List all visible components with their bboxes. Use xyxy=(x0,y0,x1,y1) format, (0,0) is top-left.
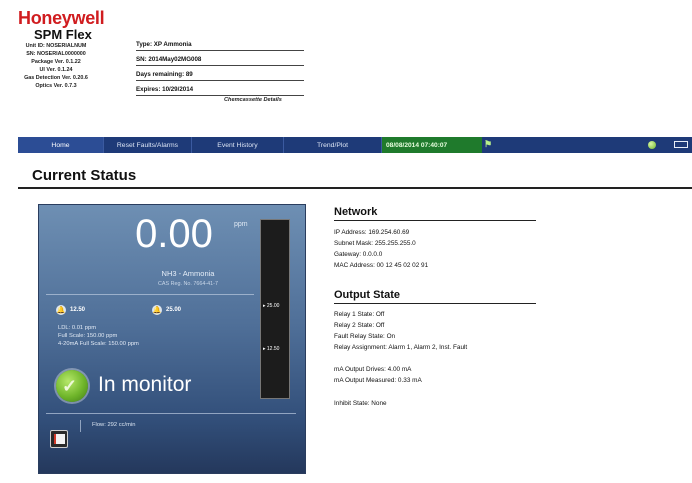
alarm2-bell-icon: 🔔 xyxy=(152,305,162,315)
ui-version: UI Ver. 0.1.24 xyxy=(39,67,73,73)
concentration-value: 0.00 xyxy=(135,212,213,256)
alarm1-bell-icon: 🔔 xyxy=(56,305,66,315)
alarm2-level: 25.00 xyxy=(166,307,182,313)
concentration-bar-graph xyxy=(260,219,290,399)
title-divider xyxy=(18,187,692,189)
unit-id: Unit ID: NOSERIALNUM xyxy=(25,43,87,49)
nav-trend-plot[interactable]: Trend/Plot xyxy=(284,137,382,153)
ldl-text: LDL: 0.01 ppm xyxy=(58,325,97,331)
nav-home[interactable]: Home xyxy=(18,137,104,153)
inhibit-state: Inhibit State: None xyxy=(334,400,387,407)
datetime-display: 08/08/2014 07:40:07 xyxy=(382,137,482,153)
cassette-days-remaining: Days remaining: 89 xyxy=(136,71,304,81)
event-log-button[interactable] xyxy=(50,430,68,448)
cas-number: CAS Reg. No. 7664-41-7 xyxy=(158,281,218,287)
network-divider xyxy=(334,220,536,221)
gateway: Gateway: 0.0.0.0 xyxy=(334,251,383,258)
gas-detection-version: Gas Detection Ver. 0.20.6 xyxy=(24,75,88,81)
concentration-unit: ppm xyxy=(234,221,248,228)
mac-address: MAC Address: 00 12 45 02 02 91 xyxy=(334,262,429,269)
ip-address: IP Address: 169.254.60.69 xyxy=(334,229,410,236)
cassette-sn: SN: 2014May02MG008 xyxy=(136,56,304,66)
chemcassette-details-link[interactable]: Chemcassette Details xyxy=(224,97,282,103)
full-scale-text: Full Scale: 150.00 ppm xyxy=(58,333,118,339)
cassette-expires: Expires: 10/29/2014 xyxy=(136,86,304,96)
flow-divider xyxy=(80,420,81,432)
relay-assignment: Relay Assignment: Alarm 1, Alarm 2, Inst… xyxy=(334,344,468,351)
package-version: Package Ver. 0.1.22 xyxy=(31,59,81,65)
cassette-type: Type: XP Ammonia xyxy=(136,41,304,51)
product-name: SPM Flex xyxy=(34,27,92,42)
status-dot-icon xyxy=(648,141,656,149)
battery-icon xyxy=(674,141,688,148)
ma-output-measured: mA Output Measured: 0.33 mA xyxy=(334,377,422,384)
panel-divider-lower xyxy=(46,413,296,414)
full-scale-4-20-text: 4-20mA Full Scale: 150.00 ppm xyxy=(58,341,139,347)
optics-version: Optics Ver. 0.7.3 xyxy=(35,83,77,89)
nav-event-history[interactable]: Event History xyxy=(192,137,284,153)
flow-rate: Flow: 292 cc/min xyxy=(92,422,136,428)
relay1-state: Relay 1 State: Off xyxy=(334,311,385,318)
monitor-status: In monitor xyxy=(98,373,192,396)
subnet-mask: Subnet Mask: 255.255.255.0 xyxy=(334,240,416,247)
output-state-heading: Output State xyxy=(334,289,400,301)
ma-output-drives: mA Output Drives: 4.00 mA xyxy=(334,366,412,373)
panel-divider xyxy=(46,294,254,295)
page-title: Current Status xyxy=(32,167,137,184)
nav-bar: Home Reset Faults/Alarms Event History T… xyxy=(18,137,692,153)
relay2-state: Relay 2 State: Off xyxy=(334,322,385,329)
device-info: Unit ID: NOSERIALNUM SN: NOSERIAL0000000… xyxy=(4,42,108,90)
document-icon xyxy=(53,434,65,444)
gas-name: NH3 - Ammonia xyxy=(161,269,215,278)
alarm1-level: 12.50 xyxy=(70,307,86,313)
serial-number: SN: NOSERIAL0000000 xyxy=(26,51,86,57)
checkmark-icon: ✓ xyxy=(62,376,78,396)
flag-icon[interactable]: ⚑ xyxy=(484,139,492,150)
nav-reset-faults-alarms[interactable]: Reset Faults/Alarms xyxy=(104,137,192,153)
bar-tick-high: ▸ 25.00 xyxy=(263,303,280,309)
bar-tick-low: ▸ 12.50 xyxy=(263,346,280,352)
network-heading: Network xyxy=(334,206,378,218)
honeywell-logo: Honeywell xyxy=(18,8,105,28)
output-divider xyxy=(334,303,536,304)
fault-relay-state: Fault Relay State: On xyxy=(334,333,396,340)
